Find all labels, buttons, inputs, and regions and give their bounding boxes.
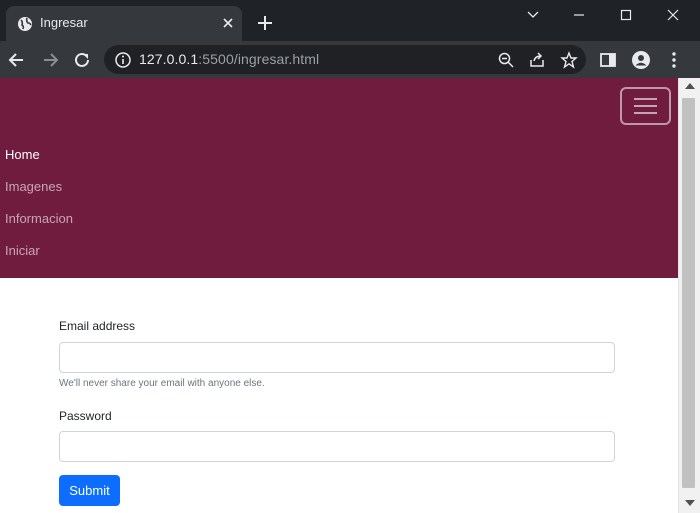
close-window-button[interactable]: [650, 0, 696, 30]
password-label: Password: [59, 409, 112, 423]
tab-title: Ingresar: [40, 15, 88, 30]
submit-button[interactable]: Submit: [59, 475, 120, 506]
hamburger-line: [634, 105, 657, 107]
email-help-text: We'll never share your email with anyone…: [59, 378, 265, 389]
browser-tab[interactable]: Ingresar: [6, 6, 242, 41]
close-window-icon: [667, 9, 679, 21]
tab-search-button[interactable]: [510, 0, 556, 30]
email-field[interactable]: [59, 342, 615, 373]
side-panel-icon[interactable]: [598, 50, 618, 70]
navbar: Home Imagenes Informacion Iniciar: [0, 78, 678, 278]
forward-icon[interactable]: [40, 50, 60, 70]
url-path: :5500/ingresar.html: [198, 51, 320, 67]
nav-link-informacion[interactable]: Informacion: [5, 211, 73, 226]
close-icon[interactable]: [220, 15, 236, 31]
hamburger-line: [634, 98, 657, 100]
info-icon[interactable]: [114, 51, 132, 69]
scroll-down-arrow-icon[interactable]: [685, 499, 695, 507]
zoom-icon[interactable]: [497, 51, 515, 69]
profile-icon[interactable]: [631, 50, 651, 70]
maximize-button[interactable]: [603, 0, 649, 30]
minimize-button[interactable]: [556, 0, 602, 30]
navbar-toggler[interactable]: [620, 87, 671, 125]
page-viewport: Home Imagenes Informacion Iniciar Email …: [0, 78, 678, 513]
url-text: 127.0.0.1:5500/ingresar.html: [139, 51, 319, 67]
minimize-icon: [574, 14, 584, 16]
vertical-scrollbar[interactable]: [678, 78, 700, 513]
new-tab-icon[interactable]: [256, 14, 274, 32]
star-icon[interactable]: [560, 51, 578, 69]
email-label: Email address: [59, 319, 136, 333]
nav-link-imagenes[interactable]: Imagenes: [5, 179, 62, 194]
maximize-icon: [620, 9, 632, 21]
reload-icon[interactable]: [72, 50, 92, 70]
address-bar[interactable]: 127.0.0.1:5500/ingresar.html: [104, 45, 586, 74]
scrollbar-thumb[interactable]: [682, 98, 695, 488]
share-icon[interactable]: [528, 51, 546, 69]
menu-icon[interactable]: [664, 50, 684, 70]
nav-link-iniciar[interactable]: Iniciar: [5, 243, 40, 258]
globe-icon: [18, 17, 32, 31]
browser-tab-bar: Ingresar: [0, 0, 700, 41]
nav-link-home[interactable]: Home: [5, 147, 40, 162]
chevron-down-icon: [527, 11, 539, 18]
scroll-up-arrow-icon[interactable]: [685, 82, 695, 90]
hamburger-line: [634, 112, 657, 114]
url-host: 127.0.0.1: [139, 51, 199, 67]
back-icon[interactable]: [7, 50, 27, 70]
password-field[interactable]: [59, 431, 615, 462]
browser-toolbar: 127.0.0.1:5500/ingresar.html: [0, 41, 700, 78]
